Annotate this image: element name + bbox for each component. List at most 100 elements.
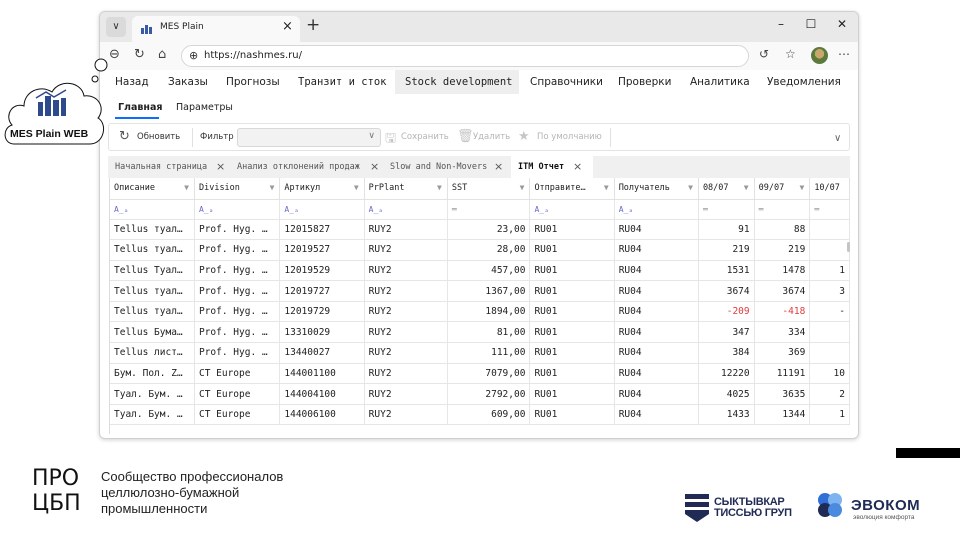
table-cell[interactable]: CT Europe bbox=[194, 404, 281, 426]
text-filter-icon[interactable]: A̲ₐ bbox=[194, 199, 281, 220]
filter-select[interactable]: ∨ bbox=[237, 128, 381, 147]
close-doctab-icon[interactable]: × bbox=[216, 160, 225, 173]
filter-icon[interactable]: ▼ bbox=[744, 183, 749, 192]
table-row[interactable]: Tellus туал… Prof. Hyg. … 12019527 RUY2 28,0… bbox=[110, 239, 850, 261]
column-header[interactable]: 08/07 ▼ bbox=[698, 178, 755, 200]
table-cell[interactable]: RU04 bbox=[614, 219, 699, 241]
equals-filter-icon[interactable]: ═ bbox=[698, 199, 755, 220]
menu-notifications[interactable]: Уведомления bbox=[767, 76, 841, 88]
table-cell[interactable]: 1531 bbox=[698, 260, 755, 282]
table-cell[interactable]: 12015827 bbox=[279, 219, 365, 241]
doctab-itm[interactable]: ITM Отчет bbox=[518, 162, 564, 172]
table-cell[interactable]: 144006100 bbox=[279, 404, 365, 426]
menu-analytics[interactable]: Аналитика bbox=[690, 76, 750, 88]
avatar[interactable] bbox=[811, 47, 828, 64]
table-cell[interactable]: 13310029 bbox=[279, 321, 365, 344]
filter-icon[interactable]: ▼ bbox=[437, 183, 442, 192]
table-cell[interactable]: Prof. Hyg. … bbox=[194, 342, 281, 364]
column-header[interactable]: 10/07 bbox=[809, 178, 850, 200]
table-cell[interactable]: 1478 bbox=[754, 260, 811, 282]
table-row[interactable]: Tellus туал… Prof. Hyg. … 12019729 RUY2 1894… bbox=[110, 301, 850, 323]
table-cell[interactable]: RU01 bbox=[529, 363, 615, 385]
table-row[interactable]: Tellus туал… Prof. Hyg. … 12019727 RUY2 1367… bbox=[110, 280, 850, 302]
table-cell[interactable] bbox=[809, 342, 850, 364]
table-cell[interactable]: -209 bbox=[698, 301, 755, 323]
doctab-start[interactable]: Начальная страница bbox=[115, 162, 207, 172]
subtab-params[interactable]: Параметры bbox=[176, 102, 233, 113]
table-cell[interactable]: 7079,00 bbox=[447, 363, 531, 385]
close-tab-icon[interactable]: × bbox=[282, 19, 293, 34]
table-cell[interactable]: 88 bbox=[754, 219, 811, 241]
table-row[interactable]: Tellus Туал… Prof. Hyg. … 12019529 RUY2 457,… bbox=[110, 260, 850, 282]
table-cell[interactable]: Туал. Бум. … bbox=[110, 404, 195, 426]
table-cell[interactable]: 28,00 bbox=[447, 239, 531, 261]
table-cell[interactable]: - bbox=[809, 301, 850, 323]
home-icon[interactable]: ⌂ bbox=[158, 47, 166, 62]
minimize-icon[interactable]: – bbox=[774, 17, 788, 31]
table-cell[interactable]: Бум. Пол. Z… bbox=[110, 363, 195, 385]
table-cell[interactable]: 1344 bbox=[754, 404, 811, 426]
close-doctab-icon[interactable]: × bbox=[370, 160, 379, 173]
column-header[interactable]: Артикул ▼ bbox=[279, 178, 365, 200]
table-cell[interactable]: Tellus туал… bbox=[110, 301, 195, 323]
table-cell[interactable]: 2792,00 bbox=[447, 383, 531, 405]
table-cell[interactable]: 12019527 bbox=[279, 239, 365, 261]
close-window-icon[interactable]: ✕ bbox=[835, 17, 849, 31]
table-cell[interactable]: 384 bbox=[698, 342, 755, 364]
menu-orders[interactable]: Заказы bbox=[168, 76, 208, 88]
table-cell[interactable]: 4025 bbox=[698, 383, 755, 405]
table-cell[interactable]: 13440027 bbox=[279, 342, 365, 364]
column-header[interactable]: SST ▼ bbox=[447, 178, 531, 200]
table-cell[interactable]: Tellus туал… bbox=[110, 239, 195, 261]
table-cell[interactable]: RUY2 bbox=[364, 219, 448, 241]
subtab-main[interactable]: Главная bbox=[118, 102, 163, 113]
table-cell[interactable]: 347 bbox=[698, 321, 755, 344]
table-row[interactable]: Бум. Пол. Z… CT Europe 144001100 RUY2 7079,0… bbox=[110, 363, 850, 385]
table-row[interactable]: Туал. Бум. … CT Europe 144004100 RUY2 2792,0… bbox=[110, 383, 850, 405]
filter-icon[interactable]: ▼ bbox=[688, 183, 693, 192]
table-cell[interactable]: RU01 bbox=[529, 239, 615, 261]
table-cell[interactable]: 1894,00 bbox=[447, 301, 531, 323]
table-cell[interactable]: RU01 bbox=[529, 383, 615, 405]
table-cell[interactable]: 219 bbox=[754, 239, 811, 261]
table-cell[interactable]: 12019529 bbox=[279, 260, 365, 282]
table-cell[interactable]: 81,00 bbox=[447, 321, 531, 344]
table-cell[interactable]: RU01 bbox=[529, 404, 615, 426]
table-cell[interactable]: RUY2 bbox=[364, 321, 448, 344]
read-aloud-icon[interactable]: ↺ bbox=[759, 47, 769, 61]
table-cell[interactable]: RUY2 bbox=[364, 260, 448, 282]
table-cell[interactable]: RU04 bbox=[614, 280, 699, 302]
text-filter-icon[interactable]: A̲ₐ bbox=[364, 199, 448, 220]
table-cell[interactable]: Tellus туал… bbox=[110, 219, 195, 241]
save-button[interactable]: Сохранить bbox=[401, 132, 449, 142]
close-doctab-icon[interactable]: × bbox=[494, 160, 503, 173]
table-cell[interactable] bbox=[809, 239, 850, 261]
table-cell[interactable]: 1 bbox=[809, 260, 850, 282]
table-cell[interactable]: RU04 bbox=[614, 321, 699, 344]
table-cell[interactable]: RUY2 bbox=[364, 280, 448, 302]
table-cell[interactable]: Tellus лист… bbox=[110, 342, 195, 364]
menu-dictionaries[interactable]: Справочники bbox=[530, 76, 603, 88]
table-cell[interactable]: 3635 bbox=[754, 383, 811, 405]
menu-back[interactable]: Назад bbox=[115, 76, 149, 88]
table-cell[interactable]: RU04 bbox=[614, 260, 699, 282]
table-cell[interactable]: Tellus Туал… bbox=[110, 260, 195, 282]
table-cell[interactable]: Tellus Бума… bbox=[110, 321, 195, 344]
table-cell[interactable]: RU04 bbox=[614, 342, 699, 364]
text-filter-icon[interactable]: A̲ₐ bbox=[614, 199, 699, 220]
column-header[interactable]: Получатель ▼ bbox=[614, 178, 699, 200]
doctab-sales-deviation[interactable]: Анализ отклонений продаж bbox=[237, 162, 360, 172]
filter-icon[interactable]: ▼ bbox=[520, 183, 525, 192]
table-cell[interactable] bbox=[809, 219, 850, 241]
table-cell[interactable]: 3674 bbox=[754, 280, 811, 302]
filter-icon[interactable]: ▼ bbox=[799, 183, 804, 192]
table-cell[interactable]: 111,00 bbox=[447, 342, 531, 364]
table-cell[interactable]: CT Europe bbox=[194, 383, 281, 405]
table-cell[interactable]: RU01 bbox=[529, 321, 615, 344]
table-row[interactable]: Tellus Бума… Prof. Hyg. … 13310029 RUY2 81,0… bbox=[110, 321, 850, 344]
table-cell[interactable]: 11191 bbox=[754, 363, 811, 385]
table-cell[interactable]: RUY2 bbox=[364, 239, 448, 261]
column-header[interactable]: 09/07 ▼ bbox=[754, 178, 811, 200]
table-cell[interactable]: CT Europe bbox=[194, 363, 281, 385]
table-cell[interactable]: RUY2 bbox=[364, 363, 448, 385]
